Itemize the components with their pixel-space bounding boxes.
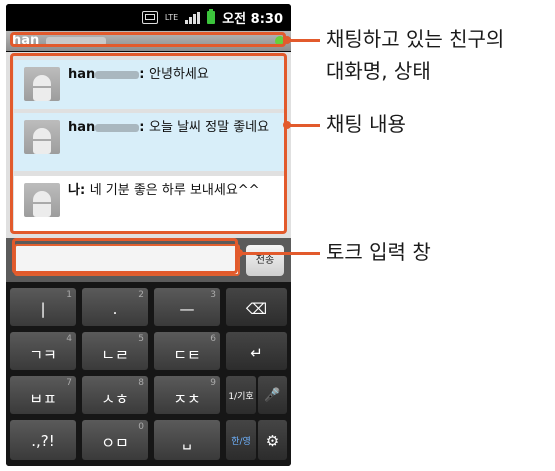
microphone-icon: 🎤 [264,388,281,403]
lte-icon: LTE [164,12,179,22]
symbol-key[interactable]: 1/기호 [226,376,256,414]
punctuation-key[interactable]: .,?! [10,420,76,460]
enter-key[interactable]: ↵ [226,332,287,370]
backspace-icon: ⌫ [245,300,268,318]
message-icon [141,11,158,24]
send-button[interactable]: 전송 [246,245,284,276]
callout-line [242,252,320,255]
key-7[interactable]: 7 ㅂㅍ [10,376,76,414]
key-5[interactable]: 5 ㄴㄹ [82,332,148,370]
callout-line [290,124,320,127]
key-2[interactable]: 2. [82,288,148,326]
chat-area-highlight [10,53,287,234]
settings-key[interactable]: ⚙ [258,420,287,460]
voice-input-key[interactable]: 🎤 [258,376,287,414]
key-0[interactable]: 0 ㅇㅁ [82,420,148,460]
status-bar: LTE 오전 8:30 [6,4,291,30]
gear-icon: ⚙ [265,432,280,450]
titlebar-highlight [10,32,286,47]
callout-title-status: 대화명, 상태 [326,59,431,83]
key-6[interactable]: 6 ㄷㅌ [154,332,220,370]
status-icons: LTE 오전 8:30 [141,8,283,27]
keyboard: 1 | 2. 3— ⌫ 4 ㄱㅋ 5 ㄴㄹ 6 ㄷㅌ ↵ 7 ㅂㅍ 8 ㅅㅎ 9 ㅈㅊ 1/기… [6,282,291,466]
signal-icon [185,11,201,24]
network-label: LTE [164,12,179,22]
callout-input: 토크 입력 창 [326,240,431,264]
key-4[interactable]: 4 ㄱㅋ [10,332,76,370]
clock: 오전 8:30 [222,12,283,27]
key-3[interactable]: 3— [154,288,220,326]
enter-icon: ↵ [250,344,263,362]
key-8[interactable]: 8 ㅅㅎ [82,376,148,414]
key-9[interactable]: 9 ㅈㅊ [154,376,220,414]
language-key[interactable]: 한/영 [226,420,256,460]
input-highlight [12,238,238,274]
space-icon: ␣ [182,432,192,450]
callout-line [290,39,320,42]
space-key[interactable]: ␣ [154,420,220,460]
key-1[interactable]: 1 | [10,288,76,326]
callout-chat: 채팅 내용 [326,112,406,136]
backspace-key[interactable]: ⌫ [226,288,287,326]
callout-title: 채팅하고 있는 친구의 [326,27,505,51]
battery-icon [207,9,216,24]
